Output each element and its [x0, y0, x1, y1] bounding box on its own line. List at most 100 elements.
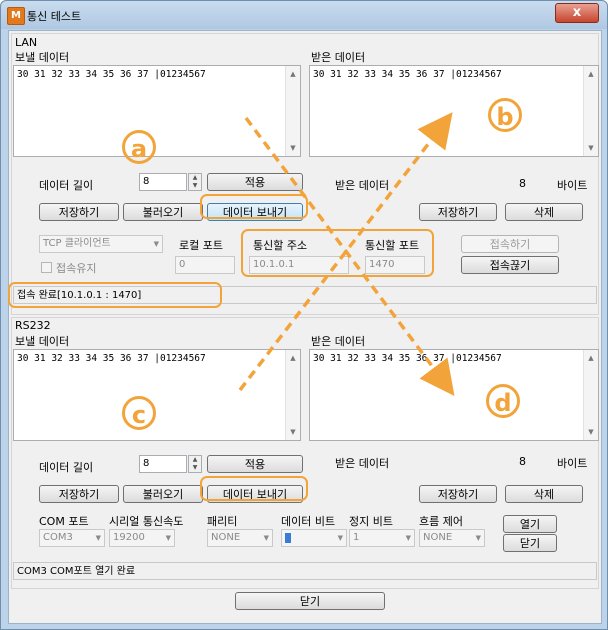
rs232-flow-value: NONE	[423, 532, 453, 543]
lan-apply-button[interactable]: 적용	[207, 173, 303, 191]
rs232-parity-combo[interactable]: NONE ▼	[207, 529, 273, 547]
rs232-send-label: 보낼 데이터	[15, 335, 70, 348]
scroll-down-icon[interactable]: ▼	[586, 143, 596, 153]
rs232-send-content: 30 31 32 33 34 35 36 37 |01234567	[17, 353, 206, 364]
scroll-up-icon[interactable]: ▲	[288, 69, 298, 79]
rs232-flow-combo[interactable]: NONE ▼	[419, 529, 485, 547]
annotation-label-b: b	[488, 98, 522, 132]
rs232-com-port-combo[interactable]: COM3 ▼	[39, 529, 105, 547]
rs232-group-label: RS232	[15, 319, 51, 332]
lan-local-port-label: 로컬 포트	[179, 239, 223, 252]
lan-local-port-input[interactable]: 0	[175, 256, 235, 274]
lan-send-content: 30 31 32 33 34 35 36 37 |01234567	[17, 69, 206, 80]
lan-connect-button[interactable]: 접속하기	[461, 235, 559, 253]
rs232-send-button[interactable]: 데이터 보내기	[207, 485, 303, 503]
rs232-recv-count-value: 8	[519, 455, 526, 468]
chevron-down-icon: ▼	[165, 534, 171, 542]
rs232-load-button[interactable]: 불러오기	[123, 485, 203, 503]
lan-recv-textarea[interactable]: 30 31 32 33 34 35 36 37 |01234567 ▲ ▼	[309, 65, 599, 157]
chevron-down-icon: ▼	[95, 534, 101, 542]
lan-delete-button[interactable]: 삭제	[505, 203, 583, 221]
lan-mode-combo[interactable]: TCP 클라이언트 ▼	[39, 235, 163, 253]
lan-status-bar: 접속 완료[10.1.0.1 : 1470]	[13, 286, 597, 304]
selection-caret	[285, 533, 291, 543]
lan-send-button[interactable]: 데이터 보내기	[207, 203, 303, 221]
scroll-down-icon[interactable]: ▼	[288, 143, 298, 153]
rs232-com-port-label: COM 포트	[39, 515, 89, 528]
rs232-recv-scrollbar[interactable]: ▲ ▼	[583, 350, 598, 440]
annotation-label-a: a	[122, 130, 156, 164]
lan-send-scrollbar[interactable]: ▲ ▼	[285, 66, 300, 156]
lan-length-input[interactable]: 8	[139, 173, 187, 191]
rs232-save2-button[interactable]: 저장하기	[419, 485, 497, 503]
rs232-open-button[interactable]: 열기	[503, 515, 557, 533]
rs232-parity-value: NONE	[211, 532, 241, 543]
lan-send-label: 보낼 데이터	[15, 51, 70, 64]
rs232-recv-count-unit: 바이트	[557, 457, 588, 470]
chevron-down-icon: ▼	[153, 240, 159, 248]
lan-keep-alive-checkbox[interactable]	[41, 262, 52, 273]
scroll-up-icon[interactable]: ▲	[586, 69, 596, 79]
rs232-baud-value: 19200	[113, 532, 145, 543]
rs232-recv-label: 받은 데이터	[311, 335, 366, 348]
rs232-stop-bits-label: 정지 비트	[349, 515, 393, 528]
lan-length-label: 데이터 길이	[39, 179, 94, 192]
rs232-delete-button[interactable]: 삭제	[505, 485, 583, 503]
lan-save2-button[interactable]: 저장하기	[419, 203, 497, 221]
rs232-stop-bits-combo[interactable]: 1 ▼	[349, 529, 415, 547]
lan-remote-port-input[interactable]: 1470	[365, 256, 425, 274]
window-close-button[interactable]: x	[555, 3, 599, 23]
lan-remote-port-label: 통신할 포트	[365, 239, 420, 252]
lan-keep-alive-label: 접속유지	[56, 262, 97, 275]
lan-mode-value: TCP 클라이언트	[43, 238, 111, 249]
rs232-baud-label: 시리얼 통신속도	[109, 515, 184, 528]
chevron-down-icon: ▼	[337, 534, 343, 542]
annotation-label-c: c	[122, 396, 156, 430]
rs232-baud-combo[interactable]: 19200 ▼	[109, 529, 175, 547]
lan-recv-count-label: 받은 데이터	[335, 179, 390, 192]
rs232-send-textarea[interactable]: 30 31 32 33 34 35 36 37 |01234567 ▲ ▼	[13, 349, 301, 441]
rs232-recv-count-label: 받은 데이터	[335, 457, 390, 470]
rs232-parity-label: 패리티	[207, 515, 238, 528]
lan-load-button[interactable]: 불러오기	[123, 203, 203, 221]
rs232-save-button[interactable]: 저장하기	[39, 485, 119, 503]
rs232-length-label: 데이터 길이	[39, 461, 94, 474]
scroll-down-icon[interactable]: ▼	[288, 427, 298, 437]
chevron-down-icon: ▼	[405, 534, 411, 542]
chevron-down-icon: ▼	[263, 534, 269, 542]
lan-recv-label: 받은 데이터	[311, 51, 366, 64]
rs232-apply-button[interactable]: 적용	[207, 455, 303, 473]
rs232-status-bar: COM3 COM포트 열기 완료	[13, 562, 597, 580]
lan-send-textarea[interactable]: 30 31 32 33 34 35 36 37 |01234567 ▲ ▼	[13, 65, 301, 157]
annotation-label-d: d	[486, 384, 520, 418]
rs232-length-input[interactable]: 8	[139, 455, 187, 473]
lan-remote-addr-label: 통신할 주소	[253, 239, 308, 252]
lan-disconnect-button[interactable]: 접속끊기	[461, 256, 559, 274]
chevron-down-icon: ▼	[475, 534, 481, 542]
lan-recv-count-unit: 바이트	[557, 179, 588, 192]
lan-recv-content: 30 31 32 33 34 35 36 37 |01234567	[313, 69, 502, 80]
lan-remote-addr-input[interactable]: 10.1.0.1	[249, 256, 349, 274]
lan-group-label: LAN	[15, 36, 38, 49]
app-icon: M	[7, 7, 25, 25]
lan-save-button[interactable]: 저장하기	[39, 203, 119, 221]
rs232-recv-textarea[interactable]: 30 31 32 33 34 35 36 37 |01234567 ▲ ▼	[309, 349, 599, 441]
scroll-down-icon[interactable]: ▼	[586, 427, 596, 437]
title-bar: M 통신 테스트 x	[1, 1, 607, 29]
scroll-up-icon[interactable]: ▲	[586, 353, 596, 363]
lan-recv-scrollbar[interactable]: ▲ ▼	[583, 66, 598, 156]
scroll-up-icon[interactable]: ▲	[288, 353, 298, 363]
lan-recv-count-value: 8	[519, 177, 526, 190]
rs232-send-scrollbar[interactable]: ▲ ▼	[285, 350, 300, 440]
rs232-stop-bits-value: 1	[353, 532, 360, 543]
rs232-flow-label: 흐름 제어	[419, 515, 463, 528]
rs232-recv-content: 30 31 32 33 34 35 36 37 |01234567	[313, 353, 502, 364]
lan-length-spinner[interactable]: ▲ ▼	[188, 173, 202, 191]
rs232-close-port-button[interactable]: 닫기	[503, 534, 557, 552]
rs232-length-spinner[interactable]: ▲ ▼	[188, 455, 202, 473]
rs232-data-bits-combo[interactable]: ▼	[281, 529, 347, 547]
rs232-data-bits-label: 데이터 비트	[281, 515, 336, 528]
footer-close-button[interactable]: 닫기	[235, 592, 385, 610]
window-title: 통신 테스트	[27, 10, 82, 23]
rs232-com-port-value: COM3	[43, 532, 73, 543]
